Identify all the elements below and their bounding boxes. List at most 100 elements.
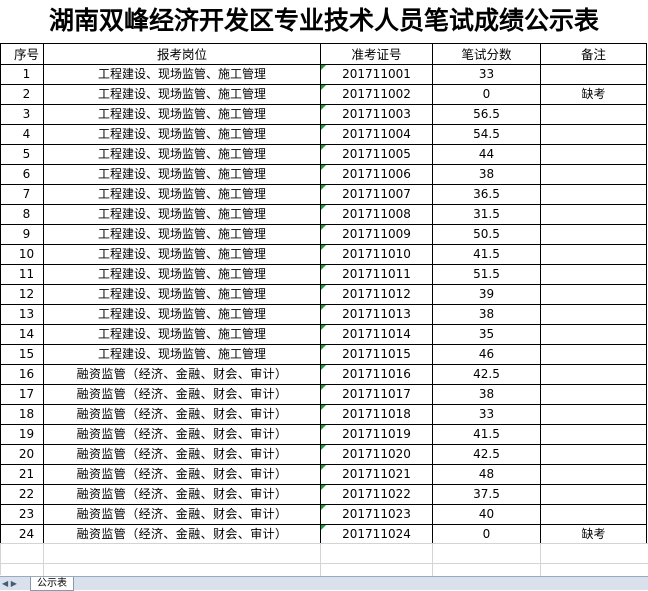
cell-score[interactable]: 37.5 (432, 484, 541, 505)
cell-id[interactable]: 201711017 (320, 384, 433, 405)
cell-position[interactable]: 工程建设、现场监管、施工管理 (43, 64, 321, 85)
cell-position[interactable]: 工程建设、现场监管、施工管理 (43, 244, 321, 265)
cell-position[interactable]: 融资监管（经济、金融、财会、审计） (43, 384, 321, 405)
cell-score[interactable]: 36.5 (432, 184, 541, 205)
cell-note[interactable]: 缺考 (540, 84, 647, 105)
cell-score[interactable]: 40 (432, 504, 541, 525)
cell-position[interactable]: 融资监管（经济、金融、财会、审计） (43, 524, 321, 545)
cell-note[interactable] (540, 184, 647, 205)
cell-id[interactable]: 201711003 (320, 104, 433, 125)
cell-note[interactable] (540, 444, 647, 465)
cell-score[interactable]: 42.5 (432, 364, 541, 385)
cell-no[interactable]: 22 (0, 484, 44, 505)
cell-position[interactable]: 融资监管（经济、金融、财会、审计） (43, 444, 321, 465)
cell-no[interactable]: 6 (0, 164, 44, 185)
cell-note[interactable] (540, 424, 647, 445)
cell-no[interactable]: 18 (0, 404, 44, 425)
cell-id[interactable]: 201711009 (320, 224, 433, 245)
cell-note[interactable] (540, 364, 647, 385)
cell-no[interactable]: 1 (0, 64, 44, 85)
cell-id[interactable]: 201711013 (320, 304, 433, 325)
cell-no[interactable]: 3 (0, 104, 44, 125)
cell-note[interactable]: 缺考 (540, 524, 647, 545)
cell-no[interactable]: 14 (0, 324, 44, 345)
cell-score[interactable]: 33 (432, 404, 541, 425)
empty-grid-area[interactable] (0, 543, 648, 575)
cell-note[interactable] (540, 464, 647, 485)
cell-score[interactable]: 41.5 (432, 424, 541, 445)
cell-score[interactable]: 38 (432, 304, 541, 325)
header-cell-note[interactable]: 备注 (540, 43, 647, 65)
cell-position[interactable]: 工程建设、现场监管、施工管理 (43, 204, 321, 225)
cell-score[interactable]: 38 (432, 384, 541, 405)
cell-no[interactable]: 8 (0, 204, 44, 225)
cell-no[interactable]: 13 (0, 304, 44, 325)
cell-no[interactable]: 24 (0, 524, 44, 545)
cell-score[interactable]: 54.5 (432, 124, 541, 145)
cell-score[interactable]: 39 (432, 284, 541, 305)
cell-id[interactable]: 201711020 (320, 444, 433, 465)
cell-note[interactable] (540, 244, 647, 265)
cell-no[interactable]: 10 (0, 244, 44, 265)
cell-no[interactable]: 17 (0, 384, 44, 405)
cell-score[interactable]: 46 (432, 344, 541, 365)
cell-note[interactable] (540, 264, 647, 285)
cell-score[interactable]: 0 (432, 84, 541, 105)
cell-position[interactable]: 工程建设、现场监管、施工管理 (43, 104, 321, 125)
cell-id[interactable]: 201711018 (320, 404, 433, 425)
cell-id[interactable]: 201711004 (320, 124, 433, 145)
cell-no[interactable]: 9 (0, 224, 44, 245)
cell-note[interactable] (540, 64, 647, 85)
cell-note[interactable] (540, 344, 647, 365)
header-cell-no[interactable]: 序号 (0, 43, 44, 65)
cell-note[interactable] (540, 304, 647, 325)
cell-note[interactable] (540, 164, 647, 185)
cell-position[interactable]: 工程建设、现场监管、施工管理 (43, 224, 321, 245)
cell-position[interactable]: 融资监管（经济、金融、财会、审计） (43, 424, 321, 445)
cell-score[interactable]: 50.5 (432, 224, 541, 245)
cell-no[interactable]: 21 (0, 464, 44, 485)
cell-note[interactable] (540, 204, 647, 225)
cell-id[interactable]: 201711015 (320, 344, 433, 365)
cell-note[interactable] (540, 484, 647, 505)
cell-score[interactable]: 0 (432, 524, 541, 545)
cell-position[interactable]: 融资监管（经济、金融、财会、审计） (43, 484, 321, 505)
cell-id[interactable]: 201711006 (320, 164, 433, 185)
cell-note[interactable] (540, 144, 647, 165)
cell-position[interactable]: 融资监管（经济、金融、财会、审计） (43, 364, 321, 385)
cell-id[interactable]: 201711023 (320, 504, 433, 525)
cell-id[interactable]: 201711019 (320, 424, 433, 445)
cell-score[interactable]: 42.5 (432, 444, 541, 465)
cell-no[interactable]: 5 (0, 144, 44, 165)
cell-no[interactable]: 7 (0, 184, 44, 205)
cell-score[interactable]: 41.5 (432, 244, 541, 265)
cell-id[interactable]: 201711005 (320, 144, 433, 165)
cell-position[interactable]: 工程建设、现场监管、施工管理 (43, 324, 321, 345)
cell-no[interactable]: 20 (0, 444, 44, 465)
cell-position[interactable]: 工程建设、现场监管、施工管理 (43, 304, 321, 325)
cell-position[interactable]: 融资监管（经济、金融、财会、审计） (43, 464, 321, 485)
cell-score[interactable]: 56.5 (432, 104, 541, 125)
header-cell-position[interactable]: 报考岗位 (43, 43, 321, 65)
cell-position[interactable]: 工程建设、现场监管、施工管理 (43, 124, 321, 145)
cell-no[interactable]: 15 (0, 344, 44, 365)
cell-id[interactable]: 201711011 (320, 264, 433, 285)
cell-id[interactable]: 201711016 (320, 364, 433, 385)
cell-position[interactable]: 工程建设、现场监管、施工管理 (43, 284, 321, 305)
cell-no[interactable]: 2 (0, 84, 44, 105)
cell-position[interactable]: 工程建设、现场监管、施工管理 (43, 344, 321, 365)
cell-no[interactable]: 16 (0, 364, 44, 385)
cell-score[interactable]: 35 (432, 324, 541, 345)
cell-position[interactable]: 工程建设、现场监管、施工管理 (43, 164, 321, 185)
cell-note[interactable] (540, 224, 647, 245)
cell-note[interactable] (540, 384, 647, 405)
cell-no[interactable]: 4 (0, 124, 44, 145)
cell-note[interactable] (540, 124, 647, 145)
cell-position[interactable]: 工程建设、现场监管、施工管理 (43, 184, 321, 205)
cell-no[interactable]: 19 (0, 424, 44, 445)
cell-id[interactable]: 201711012 (320, 284, 433, 305)
cell-id[interactable]: 201711007 (320, 184, 433, 205)
cell-position[interactable]: 工程建设、现场监管、施工管理 (43, 264, 321, 285)
cell-note[interactable] (540, 284, 647, 305)
cell-note[interactable] (540, 104, 647, 125)
